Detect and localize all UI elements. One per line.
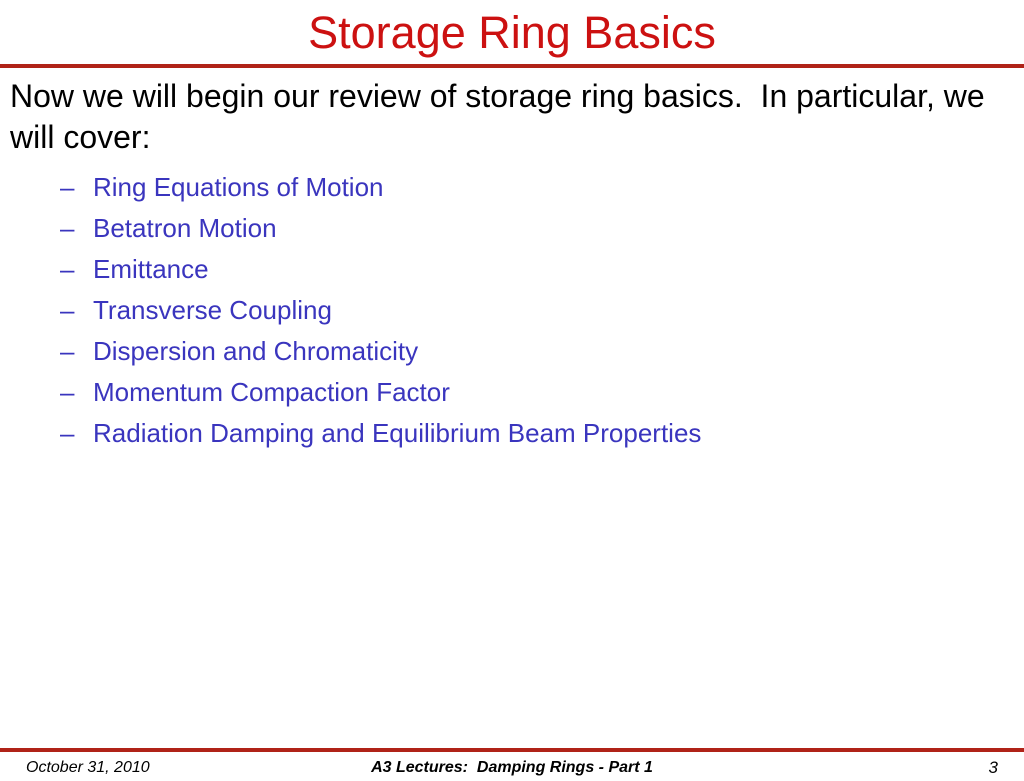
page-title: Storage Ring Basics: [308, 6, 716, 58]
slide-body: Now we will begin our review of storage …: [0, 76, 1024, 454]
title-divider: [0, 64, 1024, 68]
list-item-label: Emittance: [93, 254, 209, 284]
footer-divider: [0, 748, 1024, 752]
title-area: Storage Ring Basics: [0, 0, 1024, 64]
list-item-label: Transverse Coupling: [93, 295, 332, 325]
lead-paragraph: Now we will begin our review of storage …: [10, 78, 994, 155]
dash-icon: –: [60, 377, 75, 407]
page-number: 3: [988, 758, 998, 777]
list-item-label: Momentum Compaction Factor: [93, 377, 450, 407]
list-item-label: Betatron Motion: [93, 213, 277, 243]
bullet-list: – Ring Equations of Motion – Betatron Mo…: [0, 167, 1024, 454]
dash-icon: –: [60, 172, 75, 202]
list-item-label: Ring Equations of Motion: [93, 172, 384, 202]
list-item-label: Dispersion and Chromaticity: [93, 336, 419, 366]
footer: October 31, 2010 A3 Lectures: Damping Ri…: [0, 757, 1024, 781]
dash-icon: –: [60, 254, 75, 284]
dash-icon: –: [60, 295, 75, 325]
list-item-label: Radiation Damping and Equilibrium Beam P…: [93, 418, 702, 448]
list-item: – Momentum Compaction Factor: [0, 372, 1024, 413]
dash-icon: –: [60, 418, 75, 448]
list-item: – Betatron Motion: [0, 208, 1024, 249]
list-item: – Dispersion and Chromaticity: [0, 331, 1024, 372]
dash-icon: –: [60, 336, 75, 366]
footer-title: A3 Lectures: Damping Rings - Part 1: [371, 759, 653, 776]
list-item: – Transverse Coupling: [0, 290, 1024, 331]
list-item: – Emittance: [0, 249, 1024, 290]
dash-icon: –: [60, 213, 75, 243]
list-item: – Ring Equations of Motion: [0, 167, 1024, 208]
list-item: – Radiation Damping and Equilibrium Beam…: [0, 413, 1024, 454]
slide: Storage Ring Basics Now we will begin ou…: [0, 0, 1024, 781]
